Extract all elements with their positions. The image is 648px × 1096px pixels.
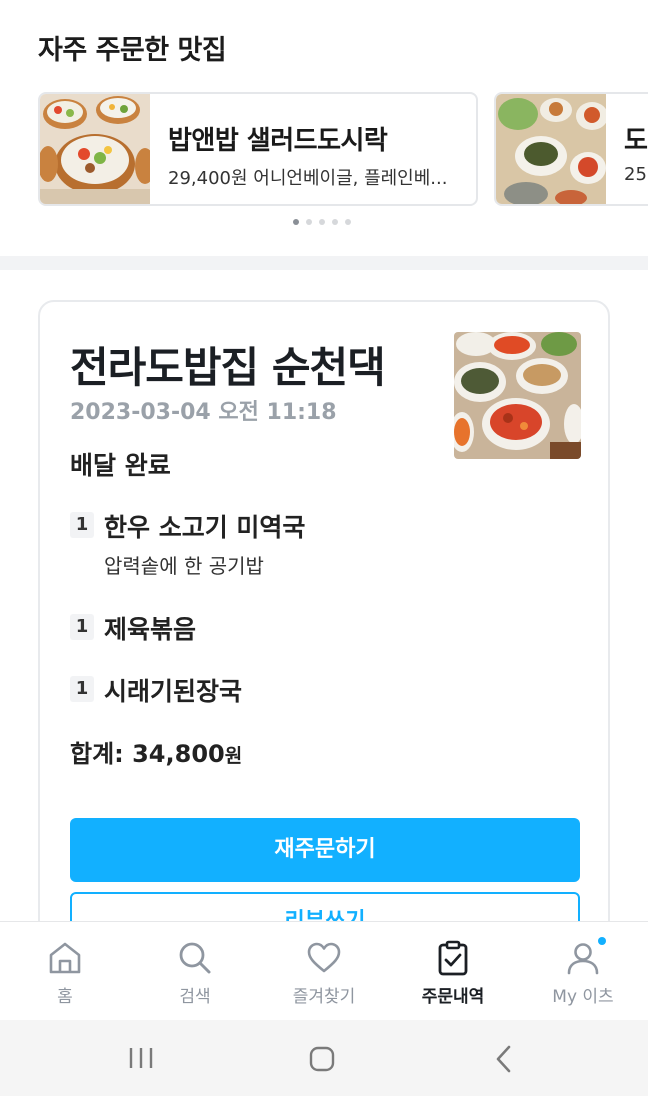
tab-favorites[interactable]: 즐겨찾기 (259, 922, 389, 1021)
user-icon (567, 943, 599, 975)
section-divider (0, 256, 648, 270)
pager-dot (332, 219, 338, 225)
order-status: 배달 완료 (70, 451, 171, 480)
order-datetime: 2023-03-04 오전 11:18 (70, 400, 337, 425)
favorite-card-name: 밥앤밥 샐러드도시락 (168, 126, 388, 156)
pager-dot (319, 219, 325, 225)
order-total: 합계: 34,800원 (70, 734, 242, 769)
notification-badge (598, 937, 606, 945)
system-navigation-bar (0, 1020, 648, 1096)
pager-dot (306, 219, 312, 225)
tab-label: 홈 (57, 987, 73, 1007)
carousel-pager (293, 219, 351, 225)
order-total-amount: 합계: 34,800 (70, 740, 225, 768)
home-button-icon[interactable] (308, 1045, 336, 1073)
order-history-card[interactable]: 전라도밥집 순천댁 2023-03-04 오전 11:18 배달 완료 1 한우… (38, 300, 610, 1000)
favorites-title: 자주 주문한 맛집 (38, 35, 227, 66)
item-quantity: 1 (70, 614, 94, 640)
reorder-button[interactable]: 재주문하기 (70, 818, 580, 882)
search-icon (179, 942, 211, 974)
favorite-card-desc: 29,400원 어니언베이글, 플레인베... (168, 168, 448, 189)
currency-unit: 원 (224, 745, 243, 767)
favorite-restaurant-card[interactable]: 도 25, (494, 92, 648, 206)
clipboard-check-icon (438, 940, 468, 976)
tab-label: 검색 (179, 987, 211, 1007)
home-icon (49, 942, 81, 974)
tab-label: 주문내역 (421, 987, 485, 1007)
favorite-restaurant-card[interactable]: 밥앤밥 샐러드도시락 29,400원 어니언베이글, 플레인베... (38, 92, 478, 206)
tab-home[interactable]: 홈 (0, 922, 130, 1021)
restaurant-thumbnail (496, 94, 606, 204)
tab-order-history[interactable]: 주문내역 (388, 922, 518, 1021)
heart-icon (307, 942, 341, 973)
tab-search[interactable]: 검색 (130, 922, 260, 1021)
order-food-photo (454, 332, 581, 459)
tab-label: 즐겨찾기 (292, 987, 356, 1007)
item-name: 시래기된장국 (104, 677, 243, 706)
pager-dot (345, 219, 351, 225)
tab-label: My 이츠 (552, 987, 614, 1007)
bottom-tab-bar: 홈 검색 즐겨찾기 주문내역 My 이츠 (0, 921, 648, 1020)
restaurant-thumbnail (40, 94, 150, 204)
favorite-card-name: 도 (624, 126, 648, 156)
pager-dot (293, 219, 299, 225)
item-name: 제육볶음 (104, 615, 197, 644)
item-quantity: 1 (70, 512, 94, 538)
item-option: 압력솥에 한 공기밥 (104, 554, 264, 578)
favorite-card-desc: 25, (624, 164, 648, 185)
item-quantity: 1 (70, 676, 94, 702)
recent-apps-icon[interactable] (126, 1046, 156, 1070)
tab-my-eats[interactable]: My 이츠 (518, 922, 648, 1021)
restaurant-name: 전라도밥집 순천댁 (70, 343, 386, 392)
back-icon[interactable] (492, 1044, 516, 1074)
item-name: 한우 소고기 미역국 (104, 513, 306, 542)
